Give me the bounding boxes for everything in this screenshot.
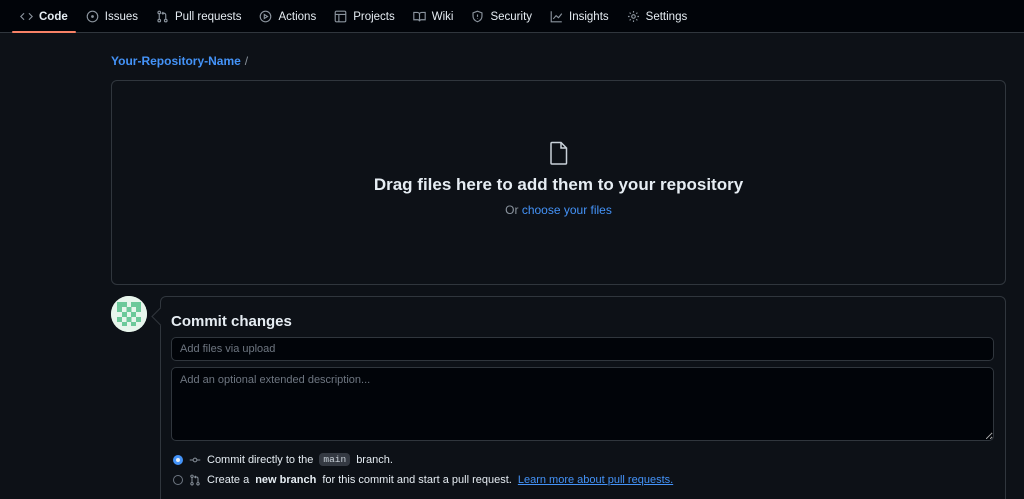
- identicon-image: [111, 296, 147, 332]
- commit-summary-input[interactable]: [171, 337, 994, 361]
- choose-files-link[interactable]: choose your files: [522, 203, 612, 217]
- learn-more-pull-requests-link[interactable]: Learn more about pull requests.: [518, 474, 673, 486]
- code-icon: [20, 12, 33, 21]
- issue-icon: [86, 10, 99, 23]
- commit-direct-option[interactable]: Commit directly to the main branch.: [173, 453, 393, 466]
- graph-icon: [550, 11, 563, 23]
- new-branch-radio[interactable]: [173, 475, 183, 485]
- shield-icon: [472, 10, 484, 23]
- tab-code-label: Code: [39, 10, 68, 23]
- tab-wiki[interactable]: Wiki: [405, 0, 462, 33]
- tab-pull-requests-label: Pull requests: [175, 10, 242, 23]
- tab-pull-requests[interactable]: Pull requests: [148, 0, 249, 33]
- branch-name-badge: main: [319, 453, 351, 466]
- commit-direct-suffix: branch.: [356, 453, 393, 466]
- file-icon: [548, 141, 570, 165]
- breadcrumb-repo-link[interactable]: Your-Repository-Name: [111, 54, 241, 68]
- new-branch-middle-text: for this commit and start a pull request…: [322, 474, 512, 486]
- tab-projects-label: Projects: [353, 10, 395, 23]
- commit-direct-radio[interactable]: [173, 454, 183, 465]
- tab-issues[interactable]: Issues: [78, 0, 146, 33]
- new-branch-option[interactable]: Create a new branch for this commit and …: [173, 474, 673, 486]
- file-drop-zone[interactable]: Drag files here to add them to your repo…: [111, 80, 1006, 285]
- repo-nav: Code Issues Pull requests Actions Projec…: [0, 0, 1024, 33]
- gear-icon: [627, 10, 639, 23]
- tab-wiki-label: Wiki: [431, 10, 454, 23]
- tab-issues-label: Issues: [104, 10, 138, 23]
- dropzone-title: Drag files here to add them to your repo…: [373, 175, 744, 194]
- tab-security[interactable]: Security: [463, 0, 540, 33]
- dropzone-subtitle: Or choose your files: [112, 203, 1005, 217]
- tab-insights-label: Insights: [569, 10, 609, 23]
- avatar: [111, 296, 147, 332]
- breadcrumb: Your-Repository-Name /: [111, 54, 248, 68]
- tab-security-label: Security: [490, 10, 533, 23]
- tab-actions-label: Actions: [278, 10, 317, 23]
- tab-settings[interactable]: Settings: [619, 0, 696, 33]
- breadcrumb-separator: /: [244, 54, 249, 68]
- commit-description-input[interactable]: [171, 367, 994, 441]
- commit-direct-prefix: Commit directly to the: [207, 453, 314, 466]
- tab-projects[interactable]: Projects: [326, 0, 403, 33]
- table-icon: [334, 10, 347, 23]
- book-icon: [412, 11, 426, 22]
- pull-request-icon: [190, 474, 200, 486]
- commit-changes-panel: Commit changes Commit directly to the ma…: [160, 296, 1006, 499]
- tab-code[interactable]: Code: [12, 0, 76, 33]
- commit-title: Commit changes: [171, 313, 292, 330]
- git-commit-icon: [189, 457, 201, 462]
- pull-request-icon: [157, 10, 168, 23]
- tab-settings-label: Settings: [645, 10, 688, 23]
- tab-actions[interactable]: Actions: [251, 0, 324, 33]
- new-branch-prefix: Create a: [207, 474, 250, 486]
- dropzone-or-text: Or: [505, 203, 519, 217]
- play-icon: [260, 10, 272, 23]
- new-branch-bold-text: new branch: [255, 474, 317, 486]
- tab-insights[interactable]: Insights: [542, 0, 617, 33]
